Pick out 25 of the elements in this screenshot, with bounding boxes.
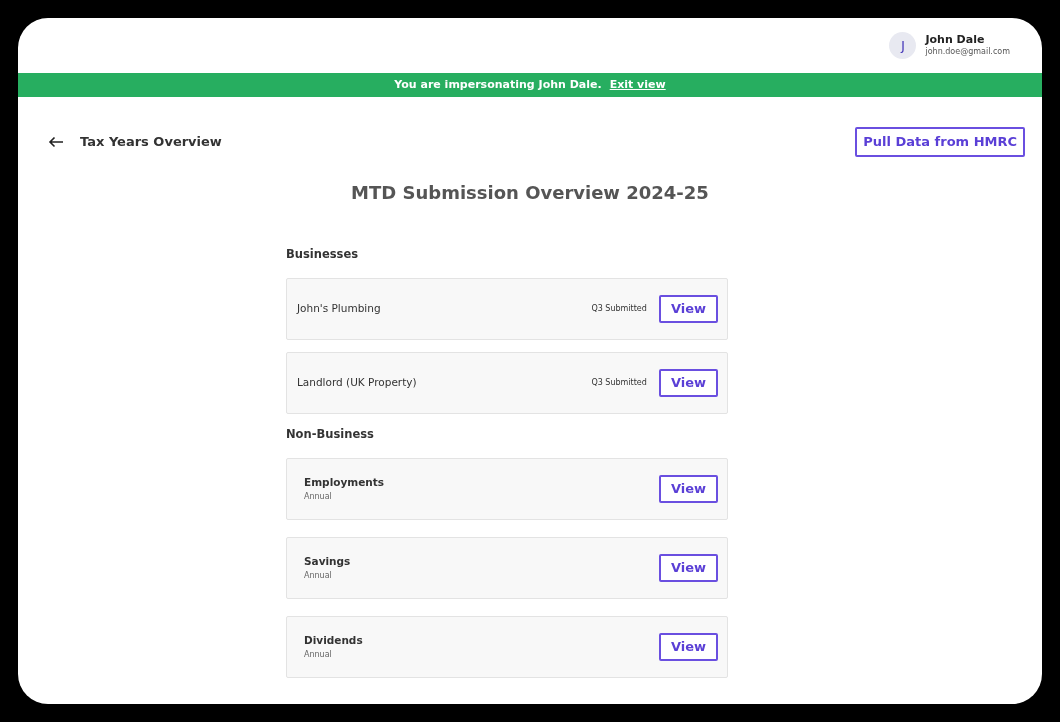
view-button[interactable]: View: [658, 633, 718, 661]
item-subtitle: Annual: [304, 648, 333, 661]
view-button[interactable]: View: [658, 475, 718, 503]
item-name: Employments: [304, 475, 386, 491]
status-text: Q3 Submitted: [591, 376, 647, 389]
section-heading: Non-Business: [286, 425, 375, 443]
status-text: Q3 Submitted: [591, 302, 647, 315]
item-subtitle: Annual: [304, 569, 333, 582]
banner-message: You are impersonating John Dale.: [394, 76, 602, 93]
user-email: john.doe@gmail.com: [925, 46, 1010, 59]
section-heading: Businesses: [286, 245, 360, 263]
item-subtitle: Annual: [304, 490, 333, 503]
view-button[interactable]: View: [658, 554, 718, 582]
item-name: John's Plumbing: [297, 300, 382, 316]
pull-data-button[interactable]: Pull Data from HMRC: [855, 127, 1025, 157]
back-link[interactable]: Tax Years Overview: [48, 132, 222, 152]
page-title: MTD Submission Overview 2024-25: [350, 180, 710, 205]
back-arrow-icon: [48, 135, 64, 148]
item-name: Landlord (UK Property): [297, 374, 418, 390]
user-name: John Dale: [925, 32, 986, 47]
item-name: Dividends: [304, 633, 364, 649]
view-button[interactable]: View: [658, 369, 718, 397]
avatar: J: [889, 32, 917, 59]
item-name: Savings: [304, 554, 352, 570]
view-button[interactable]: View: [658, 295, 718, 323]
